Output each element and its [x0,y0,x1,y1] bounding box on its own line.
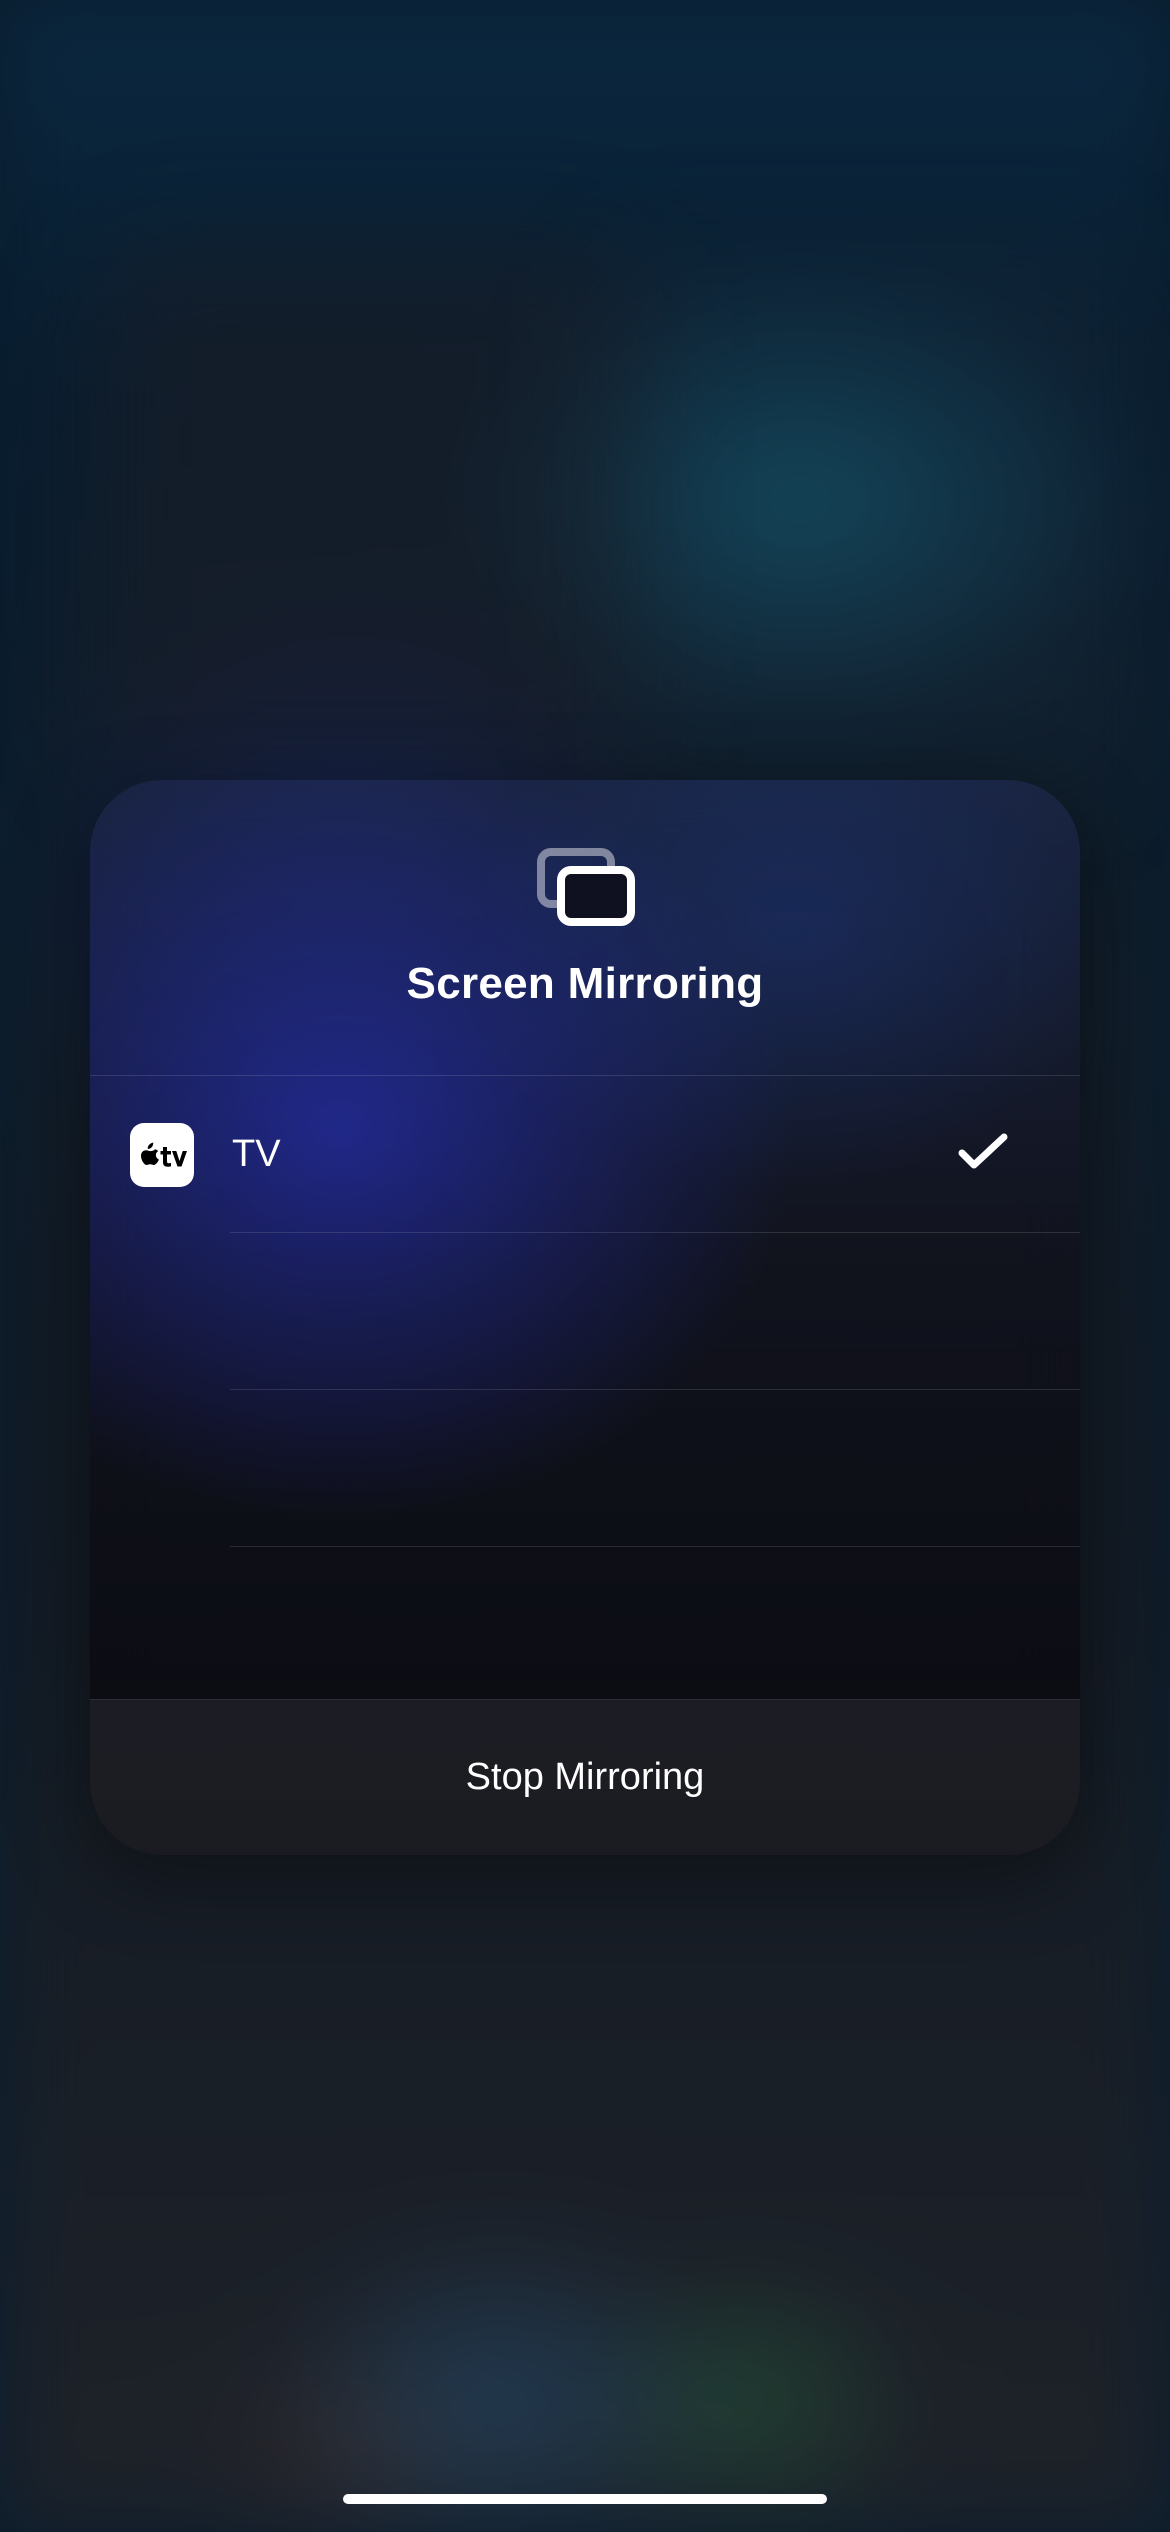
stop-mirroring-label: Stop Mirroring [466,1756,705,1799]
modal-title: Screen Mirroring [407,959,764,1009]
device-list: TV [90,1076,1080,1704]
home-indicator[interactable] [343,2494,827,2504]
screen-mirroring-icon [535,846,635,935]
screen-mirroring-modal: Screen Mirroring TV [90,780,1080,1855]
modal-header: Screen Mirroring [90,780,1080,1076]
device-row-tv[interactable]: TV [90,1076,1080,1233]
apple-tv-icon [130,1123,194,1187]
device-row-empty[interactable] [90,1390,1080,1547]
checkmark-icon [958,1131,1008,1178]
device-row-empty[interactable] [90,1547,1080,1704]
device-row-empty[interactable] [90,1233,1080,1390]
device-label: TV [232,1133,958,1176]
stop-mirroring-button[interactable]: Stop Mirroring [90,1699,1080,1855]
